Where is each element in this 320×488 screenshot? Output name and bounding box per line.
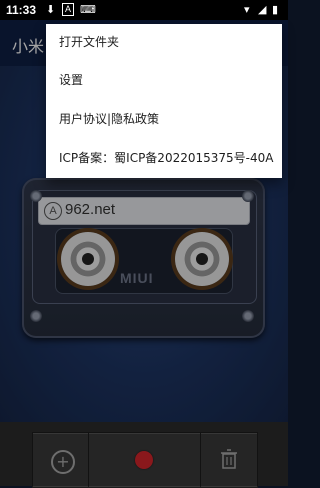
wifi-icon: ▾ [244, 4, 250, 16]
keyboard-icon: ⌨ [80, 4, 96, 16]
menu-item-open-folder[interactable]: 打开文件夹 [59, 33, 119, 50]
battery-icon: ▮ [272, 4, 279, 16]
signal-icon: ◢ [258, 4, 267, 16]
menu-item-user-agreement-privacy[interactable]: 用户协议|隐私政策 [59, 110, 159, 127]
download-icon: ⬇ [46, 4, 56, 16]
status-bar: 11:33 ⬇ A ⌨ ▾ ◢ ▮ [0, 0, 288, 20]
menu-item-settings[interactable]: 设置 [59, 71, 83, 88]
a-box-icon: A [62, 3, 75, 16]
status-time: 11:33 [6, 3, 37, 17]
menu-item-icp-record[interactable]: ICP备案：蜀ICP备2022015375号-40A [59, 149, 273, 166]
overflow-menu: 打开文件夹 设置 用户协议|隐私政策 ICP备案：蜀ICP备2022015375… [46, 24, 282, 178]
